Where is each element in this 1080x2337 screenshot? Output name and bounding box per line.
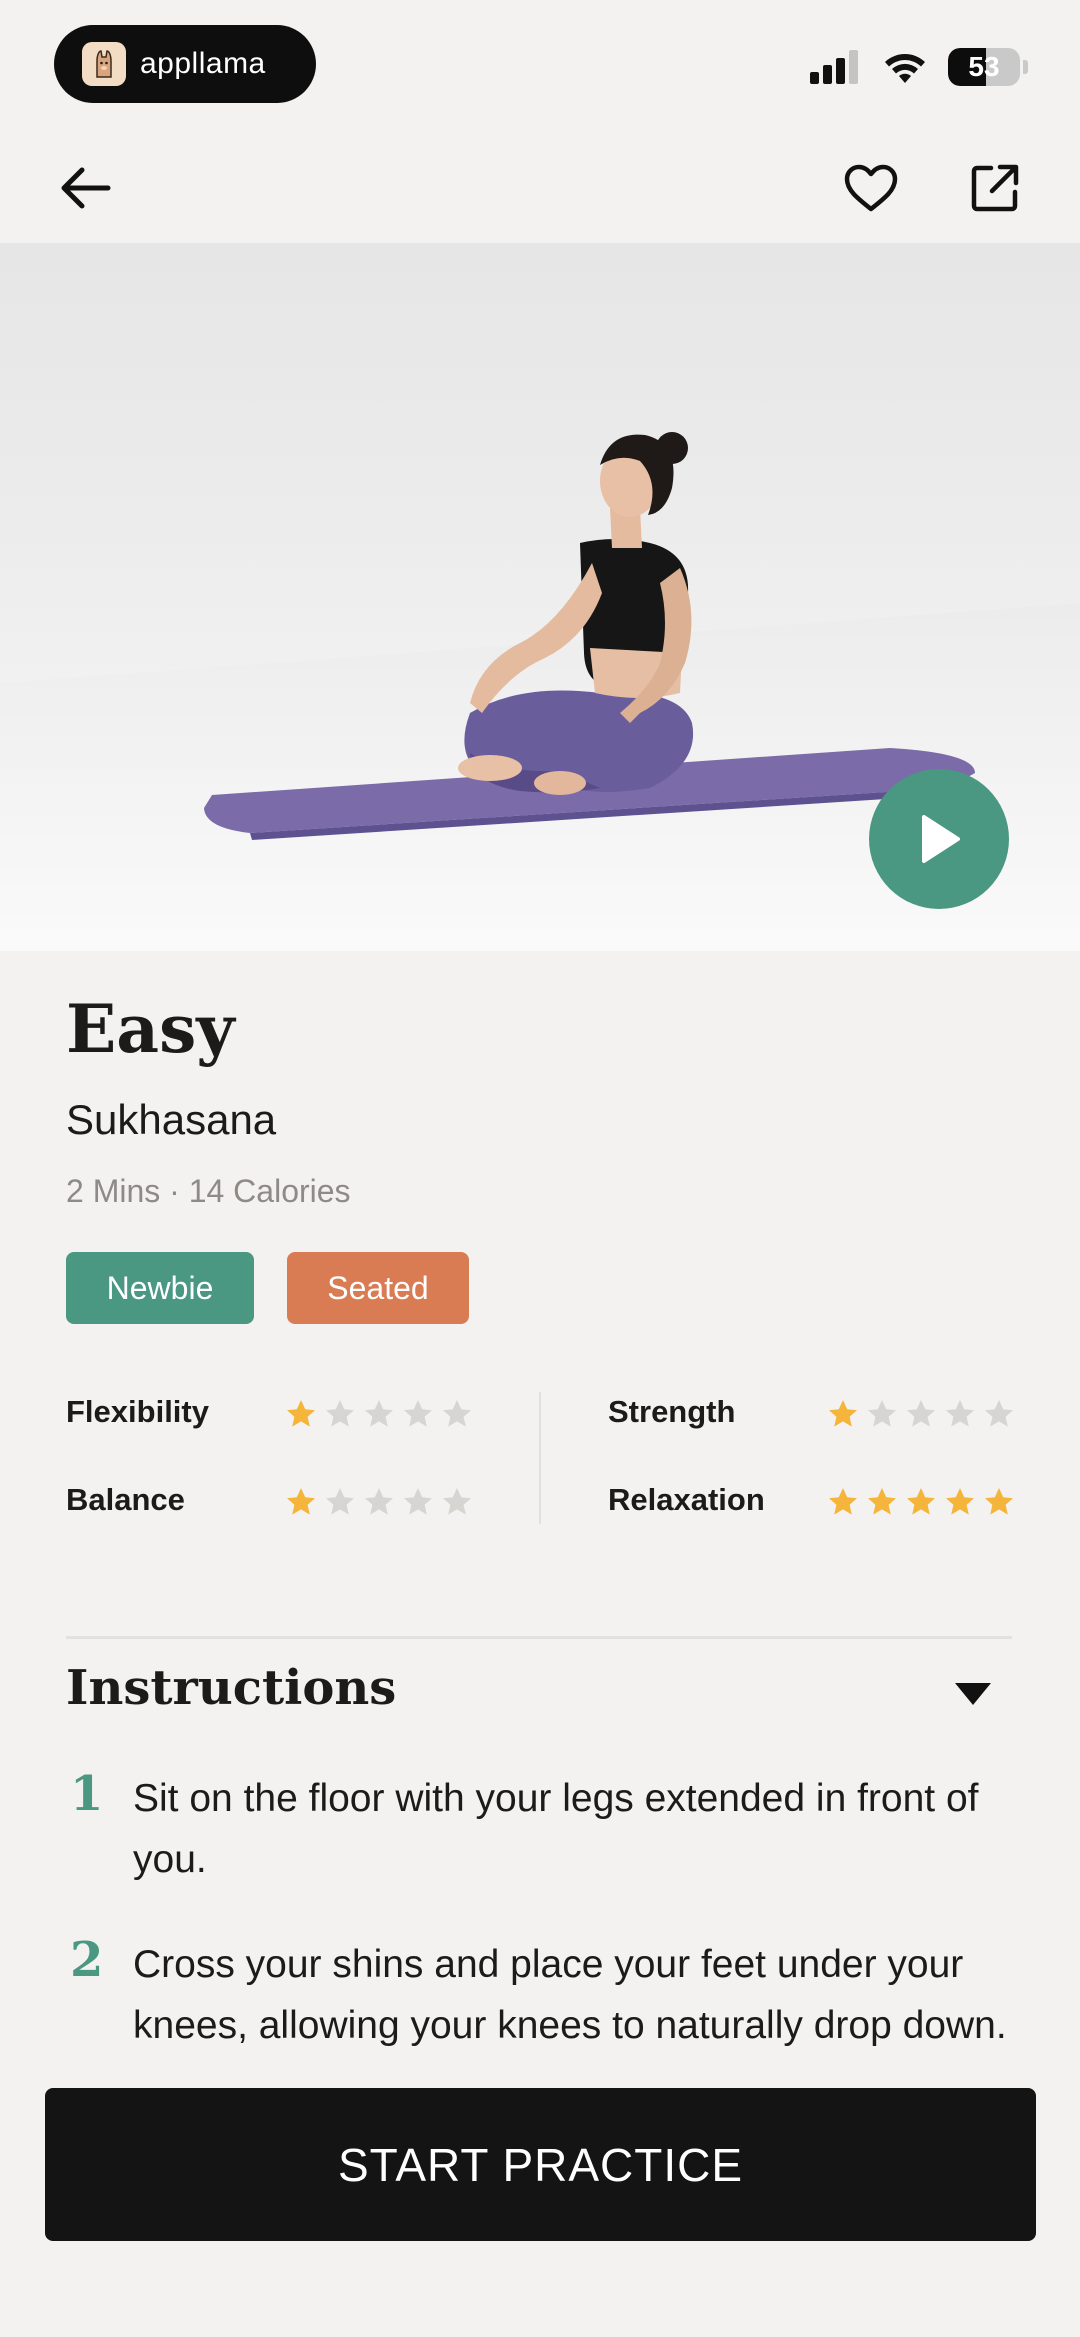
rating-stars — [827, 1486, 1015, 1518]
llama-logo-icon — [82, 42, 126, 86]
step-number: 1 — [70, 1766, 104, 1822]
rating-label: Balance — [66, 1482, 185, 1517]
step-text: Sit on the floor with your legs extended… — [133, 1777, 979, 1881]
app-indicator-pill[interactable]: appllama — [54, 25, 316, 103]
status-bar: appllama 53 — [0, 0, 1080, 130]
wifi-icon — [885, 54, 925, 83]
top-navigation — [0, 130, 1080, 242]
rating-strength: Strength — [608, 1394, 735, 1430]
pose-duration-calories: 2 Mins · 14 Calories — [66, 1173, 351, 1209]
external-link-icon — [971, 164, 1019, 212]
star-empty-icon — [404, 1400, 432, 1427]
star-empty-icon — [907, 1400, 935, 1427]
star-empty-icon — [443, 1400, 471, 1427]
battery-nub — [1023, 60, 1028, 74]
star-empty-icon — [365, 1400, 393, 1427]
pose-level-title: Easy — [66, 990, 235, 1068]
heart-outline-icon — [844, 164, 898, 212]
battery-percentage: 53 — [968, 51, 1000, 82]
ratings-divider — [539, 1392, 541, 1524]
signal-icon — [810, 50, 858, 84]
rating-stars — [285, 1398, 473, 1430]
step-number: 2 — [70, 1932, 104, 1988]
star-empty-icon — [443, 1488, 471, 1515]
step-text: Cross your shins and place your feet und… — [133, 1943, 1007, 2047]
star-empty-icon — [868, 1400, 896, 1427]
rating-relaxation: Relaxation — [608, 1482, 765, 1518]
tag-newbie[interactable]: Newbie — [66, 1252, 254, 1324]
star-empty-icon — [985, 1400, 1013, 1427]
bottom-safe-area — [0, 2241, 1080, 2337]
share-button[interactable] — [955, 148, 1035, 228]
battery-icon: 53 — [948, 48, 1020, 86]
app-name: appllama — [140, 47, 266, 80]
star-empty-icon — [404, 1488, 432, 1515]
back-button[interactable] — [45, 148, 125, 228]
pose-video-thumbnail[interactable] — [0, 243, 1080, 951]
rating-label: Strength — [608, 1394, 736, 1429]
star-filled-icon — [287, 1400, 315, 1427]
rating-label: Relaxation — [608, 1482, 765, 1517]
tag-seated[interactable]: Seated — [287, 1252, 469, 1324]
star-filled-icon — [829, 1400, 857, 1427]
star-filled-icon — [985, 1488, 1013, 1515]
system-status: 53 — [810, 48, 1028, 86]
arrow-left-icon — [61, 167, 111, 209]
rating-stars — [827, 1398, 1015, 1430]
pose-name: Sukhasana — [66, 1096, 277, 1143]
play-button[interactable] — [869, 769, 1009, 909]
star-filled-icon — [946, 1488, 974, 1515]
rating-flexibility: Flexibility — [66, 1394, 209, 1430]
rating-balance: Balance — [66, 1482, 185, 1518]
star-empty-icon — [365, 1488, 393, 1515]
rating-label: Flexibility — [66, 1394, 209, 1429]
star-empty-icon — [326, 1400, 354, 1427]
scroll-fade — [0, 2050, 1080, 2090]
star-filled-icon — [868, 1488, 896, 1515]
instructions-heading: Instructions — [66, 1660, 397, 1716]
star-empty-icon — [326, 1488, 354, 1515]
star-empty-icon — [946, 1400, 974, 1427]
play-icon — [922, 815, 960, 863]
star-filled-icon — [287, 1488, 315, 1515]
caret-down-icon[interactable] — [953, 1680, 993, 1708]
favorite-button[interactable] — [831, 148, 911, 228]
start-practice-button[interactable]: START PRACTICE — [45, 2088, 1036, 2241]
rating-stars — [285, 1486, 473, 1518]
star-filled-icon — [829, 1488, 857, 1515]
section-divider — [66, 1636, 1012, 1639]
star-filled-icon — [907, 1488, 935, 1515]
